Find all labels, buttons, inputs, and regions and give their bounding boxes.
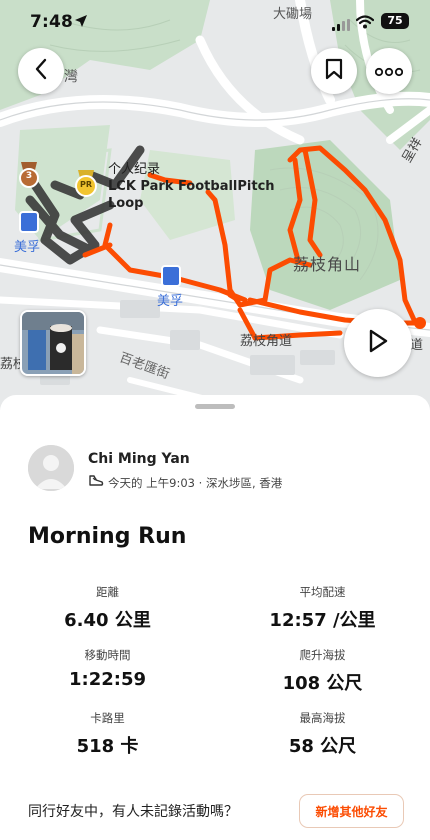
activity-photo-thumbnail[interactable]: [20, 310, 86, 376]
stat-label: 距離: [96, 585, 119, 599]
transit-station-icon: [161, 265, 181, 287]
stat-label: 移動時間: [84, 648, 131, 662]
stat-calories: 卡路里 518 卡: [0, 710, 215, 758]
pr-badge-icon[interactable]: PR: [73, 168, 99, 198]
athlete-name[interactable]: Chi Ming Yan: [88, 451, 190, 467]
cellular-signal-icon: [332, 16, 350, 35]
stat-label: 卡路里: [90, 711, 125, 725]
map-label-lai-chi-kok-shan: 荔枝角山: [293, 255, 362, 274]
segment-label-line3: Loop: [108, 196, 144, 211]
map-label-mei-fu-1: 美孚: [14, 240, 41, 255]
more-horizontal-icon: [374, 62, 404, 81]
stat-avg-pace: 平均配速 12:57 /公里: [215, 584, 430, 632]
stat-value: 12:57 /公里: [269, 610, 376, 631]
bookmark-button[interactable]: [311, 48, 357, 94]
stat-label: 最高海拔: [299, 711, 346, 725]
stat-max-elevation: 最高海拔 58 公尺: [215, 710, 430, 758]
pr-badge-label: PR: [79, 180, 93, 189]
shoe-icon: [88, 474, 104, 491]
sheet-drag-handle[interactable]: [195, 404, 235, 409]
stat-label: 爬升海拔: [299, 648, 346, 662]
stat-value: 108 公尺: [282, 673, 363, 694]
map-label-lai-chi-kok-road: 荔枝角道: [240, 334, 293, 349]
stat-value: 518 卡: [76, 736, 139, 757]
stat-value: 6.40 公里: [64, 610, 151, 631]
more-options-button[interactable]: [366, 48, 412, 94]
back-button[interactable]: [18, 48, 64, 94]
transit-station-icon: [19, 211, 39, 233]
map-label-wan: 灣: [64, 69, 78, 85]
chevron-left-icon: [34, 58, 48, 84]
activity-title: Morning Run: [28, 524, 187, 549]
activity-sheet: Chi Ming Yan 今天的 上午9:03 · 深水埗區, 香港 Morni…: [0, 395, 430, 840]
status-time: 7:48: [30, 12, 74, 32]
activity-meta: 今天的 上午9:03 · 深水埗區, 香港: [88, 474, 282, 491]
bookmark-icon: [325, 58, 343, 84]
athlete-avatar[interactable]: [28, 445, 74, 491]
stat-elevation-gain: 爬升海拔 108 公尺: [215, 647, 430, 695]
status-bar: 7:48 75: [0, 0, 430, 46]
add-other-friends-button[interactable]: 新增其他好友: [299, 794, 404, 828]
play-flyover-button[interactable]: [344, 309, 412, 377]
stat-distance: 距離 6.40 公里: [0, 584, 215, 632]
play-icon: [368, 329, 388, 357]
stat-label: 平均配速: [299, 585, 346, 599]
battery-indicator: 75: [381, 13, 409, 29]
segment-label-line1: 个人纪录: [108, 162, 161, 177]
stat-moving-time: 移動時間 1:22:59: [0, 647, 215, 690]
map-label-mei-fu-2: 美孚: [157, 294, 184, 309]
stat-value: 58 公尺: [288, 736, 357, 757]
stat-value: 1:22:59: [68, 669, 147, 690]
location-arrow-icon: [74, 13, 88, 32]
tag-friends-prompt: 同行好友中，有人未記錄活動嗎？: [28, 804, 238, 820]
wifi-icon: [355, 14, 375, 33]
trophy-badge-icon[interactable]: 3: [17, 160, 41, 190]
segment-label-line2: LCK Park FootballPitch: [108, 179, 275, 194]
activity-meta-text: 今天的 上午9:03 · 深水埗區, 香港: [108, 475, 283, 490]
trophy-badge-number: 3: [25, 171, 33, 181]
